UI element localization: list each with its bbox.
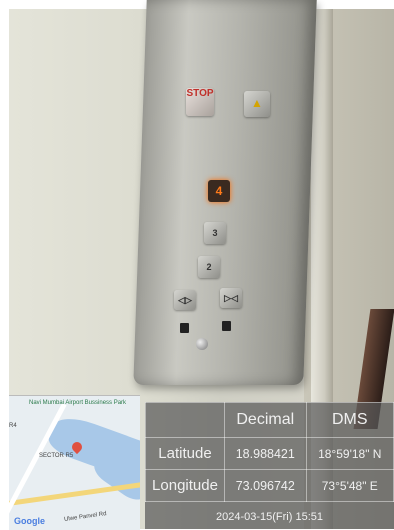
alarm-bell-button[interactable]: ▲ [244, 91, 270, 117]
timestamp: 2024-03-15(Fri) 15:51 [215, 511, 323, 523]
geotag-panel: Decimal DMS Latitude 18.988421 18°59'18"… [145, 402, 394, 529]
indicator-square-left [180, 323, 189, 333]
indicator-square-right [222, 321, 231, 331]
latitude-dms: 18°59'18" N [305, 437, 394, 470]
location-map[interactable]: Navi Mumbai Airport Bussiness Park SECTO… [9, 395, 140, 530]
map-edge-label: R4 [9, 423, 17, 429]
floor-2-label: 2 [206, 262, 212, 272]
lit-floor-label: 4 [215, 184, 223, 198]
keyhole-icon [196, 338, 208, 350]
map-road-label: Ulwe Panvel Rd [63, 511, 107, 523]
corner-cell [145, 402, 225, 438]
door-open-button[interactable]: ◁▷ [174, 290, 196, 310]
longitude-decimal: 73.096742 [224, 469, 307, 502]
header-decimal: Decimal [224, 402, 307, 438]
door-close-icon: ▷◁ [224, 293, 238, 303]
longitude-dms: 73°5'48" E [305, 469, 394, 502]
bell-icon: ▲ [251, 96, 263, 110]
floor-button-3[interactable]: 3 [204, 222, 226, 244]
stop-button-label: STOP [186, 88, 214, 99]
coordinates-table: Decimal DMS Latitude 18.988421 18°59'18"… [145, 402, 394, 502]
floor-button-lit[interactable]: 4 [208, 180, 230, 202]
map-place-label: Navi Mumbai Airport Bussiness Park [29, 400, 127, 406]
map-sector-label: SECTOR R5 [39, 453, 74, 459]
door-open-icon: ◁▷ [178, 295, 192, 305]
floor-3-label: 3 [212, 228, 218, 238]
latitude-decimal: 18.988421 [224, 437, 307, 470]
floor-button-2[interactable]: 2 [198, 256, 220, 278]
stop-button[interactable]: STOP [186, 88, 214, 116]
latitude-label: Latitude [145, 437, 225, 470]
longitude-label: Longitude [145, 469, 225, 502]
google-logo: Google [14, 516, 45, 526]
header-dms: DMS [305, 402, 394, 438]
door-close-button[interactable]: ▷◁ [220, 288, 242, 308]
